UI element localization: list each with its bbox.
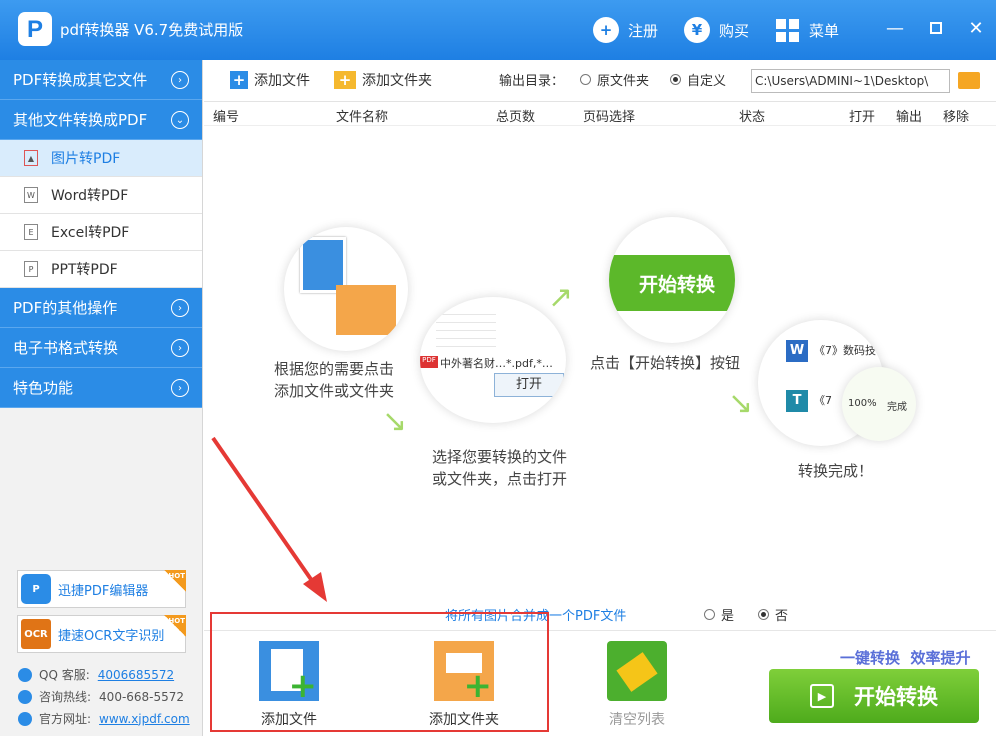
phone-icon [18,689,32,704]
step1-illustration [284,227,408,351]
category-pdf-other-ops[interactable]: PDF的其他操作 › [0,288,202,328]
word-file-icon: W [786,340,808,362]
category-special-features[interactable]: 特色功能 › [0,368,202,408]
category-pdf-to-other[interactable]: PDF转换成其它文件 › [0,60,202,100]
arrow-icon: ↗ [548,280,574,315]
title-bar: P pdf转换器 V6.7免费试用版 + 注册 ¥ 购买 菜单 — ✕ [0,0,996,60]
start-button-preview: 开始转换 [609,255,735,311]
step2-text: 选择您要转换的文件 或文件夹，点击打开 [432,448,568,488]
app-title: pdf转换器 V6.7免费试用版 [60,21,244,39]
chevron-right-icon: › [171,379,189,397]
add-folder-tool-button[interactable]: + 添加文件夹 [334,70,432,90]
contact-website: 官方网址: www.xjpdf.com [18,710,190,727]
contact-qq: QQ 客服: 4006685572 [18,666,174,683]
promo-ocr[interactable]: OCR 捷速OCR文字识别 HOT [17,615,186,653]
step1-text: 根据您的需要点击 添加文件或文件夹 [274,360,395,400]
buy-button[interactable]: ¥ 购买 [684,14,749,46]
add-folder-icon: + [334,71,356,89]
chevron-right-icon: › [171,299,189,317]
pdf-editor-logo-icon: P [21,574,51,604]
output-path-input[interactable]: C:\Users\ADMINI~1\Desktop\ [751,69,950,93]
website-link[interactable]: www.xjpdf.com [99,712,190,726]
close-button[interactable]: ✕ [961,14,991,42]
step3-text: 点击【开始转换】按钮 [590,354,741,372]
user-add-icon: + [593,17,619,43]
sidebar-item-ppt-to-pdf[interactable]: P PPT转PDF [0,251,202,288]
clear-list-button[interactable]: 清空列表 [597,641,677,729]
globe-icon [18,711,32,726]
progress-complete-badge: 100% 完成 [842,367,916,441]
ocr-logo-icon: OCR [21,619,51,649]
chevron-right-icon: › [171,71,189,89]
category-ebook-convert[interactable]: 电子书格式转换 › [0,328,202,368]
annotation-arrow-icon [211,436,327,602]
category-other-to-pdf[interactable]: 其他文件转换成PDF ⌄ [0,100,202,140]
qq-icon [18,667,32,682]
qq-link[interactable]: 4006685572 [98,668,174,682]
promo-pdf-editor[interactable]: P 迅捷PDF编辑器 HOT [17,570,186,608]
sidebar-item-word-to-pdf[interactable]: W Word转PDF [0,177,202,214]
toolbar: + 添加文件 + 添加文件夹 输出目录： 原文件夹 自定义 C:\Users\ADM… [204,60,996,102]
add-folder-icon [336,285,396,335]
image-file-icon: ▲ [24,150,38,166]
pdf-file-icon: PDF [420,356,438,368]
output-dir-label: 输出目录： [499,74,565,89]
contact-hotline: 咨询热线: 400-668-5572 [18,688,184,705]
word-file-icon: W [24,187,38,203]
arrow-icon: ↘ [728,386,754,421]
maximize-button[interactable] [921,14,951,42]
grid-icon [776,18,799,42]
excel-file-icon: E [24,224,38,240]
radio-merge-no[interactable]: 否 [758,605,788,624]
file-table-header: 编号 文件名称 总页数 页码选择 状态 打开 输出 移除 [204,102,996,126]
open-button: 打开 [494,373,564,397]
app-logo-icon: P [18,12,52,46]
step2-illustration: PDF 中外著名财…*.pdf,*… 打开 [420,297,566,423]
browse-folder-icon[interactable] [958,72,980,89]
annotation-highlight-box [210,612,549,732]
step3-illustration: 开始转换 [609,217,735,343]
register-button[interactable]: + 注册 [593,14,658,46]
radio-merge-yes[interactable]: 是 [704,605,734,624]
text-file-icon: T [786,390,808,412]
start-convert-button[interactable]: ▶ 开始转换 [769,669,979,723]
sidebar: PDF转换成其它文件 › 其他文件转换成PDF ⌄ ▲ 图片转PDF W Word转PD… [0,60,203,736]
sidebar-item-image-to-pdf[interactable]: ▲ 图片转PDF [0,140,202,177]
menu-button[interactable]: 菜单 [776,14,839,46]
arrow-icon: ↘ [382,404,408,439]
ppt-file-icon: P [24,261,38,277]
yen-icon: ¥ [684,17,710,43]
chevron-down-icon: ⌄ [171,111,189,129]
slogan-text: 一键转换 效率提升 [840,649,971,667]
add-file-tool-button[interactable]: + 添加文件 [230,70,310,90]
chevron-right-icon: › [171,339,189,357]
radio-original-folder[interactable]: 原文件夹 [580,70,649,89]
add-file-icon: + [230,71,248,89]
radio-custom-folder[interactable]: 自定义 [670,70,726,89]
play-icon: ▶ [810,684,834,708]
broom-icon [607,641,667,701]
sidebar-item-excel-to-pdf[interactable]: E Excel转PDF [0,214,202,251]
step4-text: 转换完成！ [798,462,874,480]
minimize-button[interactable]: — [880,14,910,42]
